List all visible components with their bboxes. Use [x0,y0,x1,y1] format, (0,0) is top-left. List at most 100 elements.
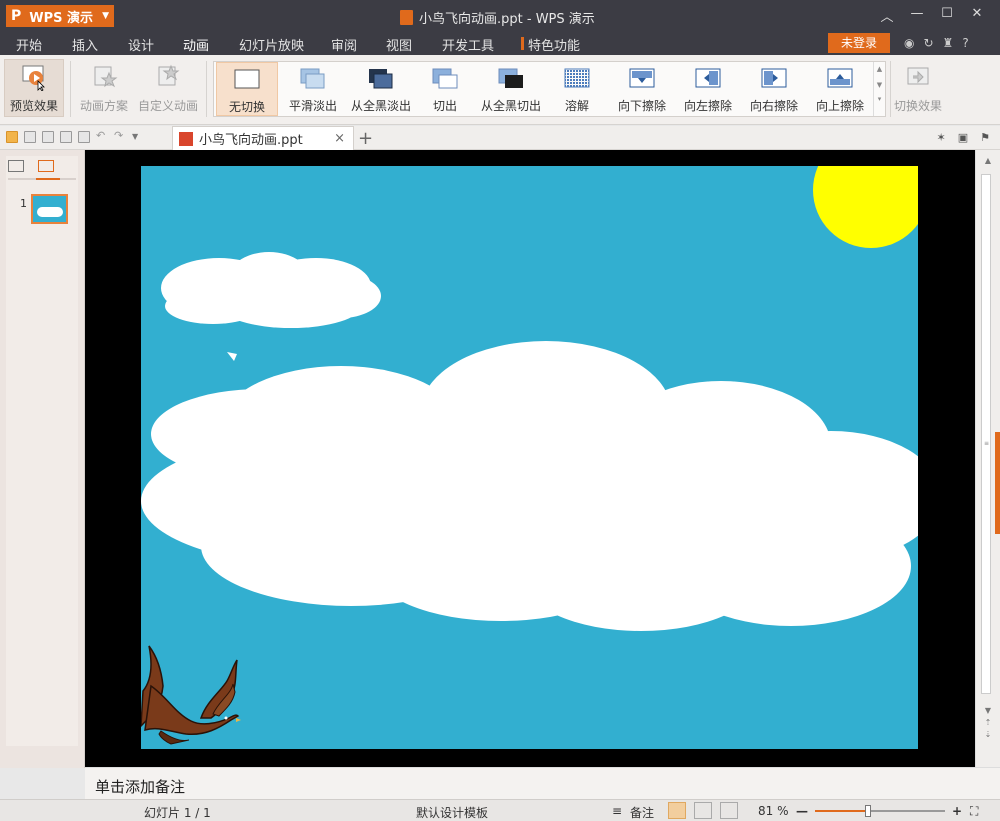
slide-canvas[interactable] [141,166,918,749]
tab-design[interactable]: 设计 [128,35,154,54]
scrollbar-thumb[interactable] [981,174,991,694]
print-icon[interactable] [60,131,72,143]
transition-smooth-fade[interactable]: 平滑淡出 [284,62,342,116]
pin-icon[interactable]: ✶ [937,131,946,144]
wipe-up-icon [827,67,853,89]
skin-icon[interactable]: ◉ [904,36,914,50]
login-button[interactable]: 未登录 [828,33,890,53]
tab-animation[interactable]: 动画 [178,35,214,59]
collapse-ribbon-icon[interactable]: ︿ [872,6,902,25]
redo-icon[interactable]: ↷ [114,130,126,143]
wipe-left-icon [695,67,721,89]
transition-wipe-down[interactable]: 向下擦除 [612,62,672,116]
tab-slideshow[interactable]: 幻灯片放映 [239,35,304,54]
ribbon-separator [70,61,71,117]
refresh-icon[interactable]: ↻ [923,36,933,50]
window-icon[interactable]: ▣ [958,131,968,144]
transition-cut-from-black[interactable]: 从全黑切出 [476,62,546,116]
quick-access-icons: ↶ ↷ ▼ [6,130,144,143]
tab-review[interactable]: 审阅 [331,35,357,54]
slides-panel-inner [6,156,78,746]
save-as-icon[interactable] [42,131,54,143]
transition-wipe-up[interactable]: 向上擦除 [810,62,870,116]
customize-dropdown-icon[interactable]: ▼ [132,131,144,143]
transition-fade-from-black[interactable]: 从全黑淡出 [346,62,416,116]
animation-scheme-icon [90,63,118,91]
ribbon-separator [890,61,891,117]
gallery-down-icon[interactable]: ▼ [874,81,885,89]
zoom-slider-fill [815,810,869,812]
transition-label: 向上擦除 [815,99,864,113]
undo-icon[interactable]: ↶ [96,130,108,143]
gallery-more-icon[interactable]: ▾ [874,95,885,103]
gallery-scroll[interactable]: ▲ ▼ ▾ [873,62,885,116]
transition-label: 溶解 [564,99,589,113]
notes-area[interactable]: 单击添加备注 [85,767,1000,799]
open-folder-icon[interactable] [6,131,18,143]
scroll-down-icons[interactable]: ▼ ⇡ ⇣ [976,705,1000,741]
zoom-slider[interactable] [815,805,945,817]
transition-wipe-right[interactable]: 向右擦除 [744,62,804,116]
wps-app-menu-button[interactable]: P WPS 演示 ▼ [6,5,114,27]
document-tab[interactable]: 小鸟飞向动画.ppt × [172,126,354,150]
panel-view-tabs [8,160,54,172]
dropdown-arrow-icon: ▼ [102,11,109,21]
ppt-file-icon [179,131,193,146]
view-mode-icons [668,802,738,819]
help-icon[interactable]: ? [962,36,968,50]
transition-label: 从全黑切出 [480,99,541,113]
minimize-icon[interactable]: — [902,6,932,25]
slideshow-view-icon[interactable] [720,802,738,819]
save-icon[interactable] [24,131,36,143]
tab-developer[interactable]: 开发工具 [442,35,494,54]
quick-access-bar: ↶ ↷ ▼ 小鸟飞向动画.ppt × + ✶ ▣ ⚑ [0,126,1000,150]
template-name[interactable]: 默认设计模板 [416,804,488,821]
notes-toggle-label[interactable]: 备注 [630,804,654,821]
side-panel-handle[interactable] [995,432,1000,534]
zoom-percent: 81 % [758,804,789,818]
sun-shape [813,166,918,248]
outline-view-icon[interactable] [8,160,24,172]
tab-special-features[interactable]: 特色功能 [528,35,580,54]
tab-home[interactable]: 开始 [16,35,42,54]
zoom-out-icon[interactable]: — [796,804,808,818]
preview-effect-button[interactable]: 预览效果 [4,59,64,117]
tab-view[interactable]: 视图 [386,35,412,54]
transition-gallery: 无切换 平滑淡出 从全黑淡出 切出 从全黑切出 溶解 向下擦除 向左擦除 向右擦… [213,61,886,117]
status-bar: 幻灯片 1 / 1 默认设计模板 ≡ 备注 81 % — + ⛶ [0,799,1000,821]
maximize-icon[interactable]: ☐ [932,6,962,25]
transition-dissolve[interactable]: 溶解 [554,62,600,116]
animation-scheme-button[interactable]: 动画方案 [76,61,132,117]
transition-cut[interactable]: 切出 [422,62,468,116]
big-cloud [141,341,918,631]
preview-play-icon [20,63,48,92]
flag-icon[interactable]: ⚑ [980,131,990,144]
transition-label: 向下擦除 [617,99,666,113]
slide-thumbnail[interactable] [31,194,68,224]
slide-view-icon[interactable] [38,160,54,172]
shirt-icon[interactable]: ♜ [943,36,954,50]
zoom-in-icon[interactable]: + [952,804,962,818]
custom-animation-button[interactable]: 自定义动画 [136,61,200,117]
tab-insert[interactable]: 插入 [72,35,98,54]
print-preview-icon[interactable] [78,131,90,143]
window-title: 小鸟飞向动画.ppt - WPS 演示 [400,8,595,27]
slide-sorter-view-icon[interactable] [694,802,712,819]
switch-effect-button[interactable]: 切换效果 [893,61,943,117]
transition-label: 无切换 [228,100,265,114]
scroll-up-icon[interactable]: ▲ [976,156,1000,165]
zoom-slider-knob[interactable] [865,805,872,817]
close-tab-icon[interactable]: × [334,131,345,146]
normal-view-icon[interactable] [668,802,686,819]
notes-toggle-icon[interactable]: ≡ [612,804,622,818]
fit-window-icon[interactable]: ⛶ [970,804,978,819]
slide-number: 1 [20,197,27,210]
transition-wipe-left[interactable]: 向左擦除 [678,62,738,116]
transition-none[interactable]: 无切换 [216,62,278,116]
document-tab-label: 小鸟飞向动画.ppt [199,133,303,148]
scrollbar-grip-icon: ≡ [984,440,990,447]
gallery-up-icon[interactable]: ▲ [874,65,885,73]
close-icon[interactable]: ✕ [962,6,992,25]
switch-effect-icon [904,63,932,91]
new-tab-button[interactable]: + [358,128,373,149]
